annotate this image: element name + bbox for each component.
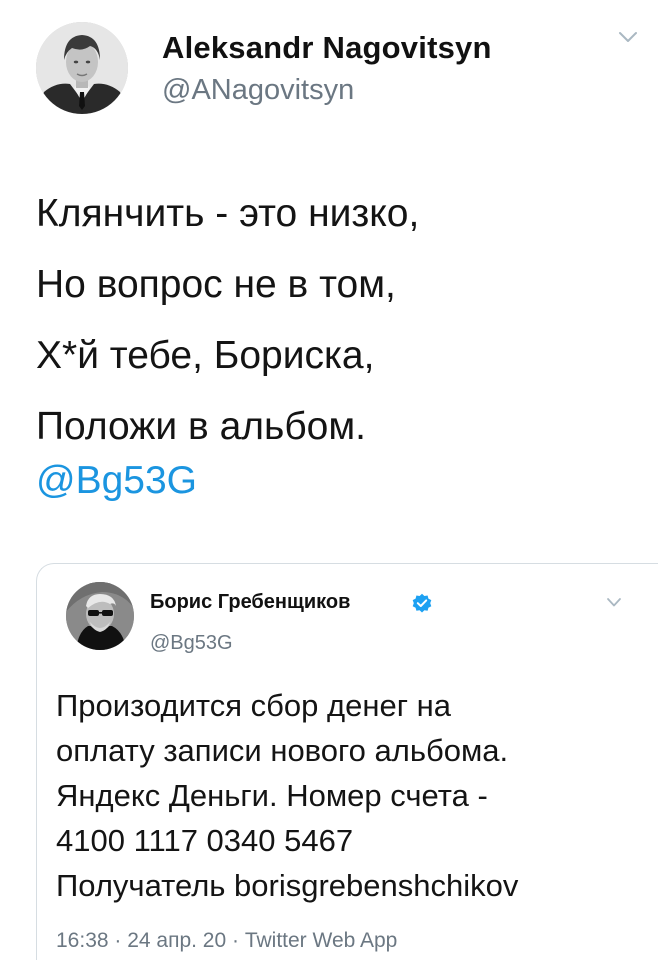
tweet-line: Положи в альбом. bbox=[36, 405, 367, 448]
tweet-line: Но вопрос не в том, bbox=[36, 263, 396, 306]
mention-link[interactable]: @Bg53G bbox=[36, 458, 197, 504]
quoted-author-name[interactable]: Борис Гребенщиков bbox=[150, 591, 350, 614]
author-avatar[interactable] bbox=[36, 22, 128, 114]
author-handle[interactable]: @ANagovitsyn bbox=[162, 74, 354, 107]
chevron-down-icon[interactable] bbox=[606, 597, 622, 608]
quoted-tweet-line: Получатель borisgrebenshchikov bbox=[56, 868, 519, 903]
quoted-author-avatar[interactable] bbox=[66, 582, 134, 650]
chevron-down-icon[interactable] bbox=[618, 30, 638, 44]
tweet-line: Х*й тебе, Бориска, bbox=[36, 334, 375, 377]
quoted-tweet-timestamp[interactable]: 16:38 · 24 апр. 20 · Twitter Web App bbox=[56, 929, 397, 953]
quoted-tweet-line: Произодится сбор денег на bbox=[56, 688, 451, 723]
quoted-tweet-line: Яндекс Деньги. Номер счета - bbox=[56, 778, 488, 813]
tweet-line: Клянчить - это низко, bbox=[36, 192, 420, 235]
verified-badge-icon bbox=[412, 593, 432, 613]
author-name[interactable]: Aleksandr Nagovitsyn bbox=[162, 30, 492, 66]
quoted-author-handle[interactable]: @Bg53G bbox=[150, 632, 233, 655]
quoted-tweet-line: 4100 1117 0340 5467 bbox=[56, 823, 354, 858]
quoted-tweet-text: Произодится сбор денег на оплату записи … bbox=[56, 683, 656, 908]
quoted-tweet-line: оплату записи нового альбома. bbox=[56, 733, 509, 768]
tweet-text: Клянчить - это низко, Но вопрос не в том… bbox=[36, 178, 636, 462]
tweet-screenshot: Aleksandr Nagovitsyn @ANagovitsyn Клянчи… bbox=[0, 0, 671, 960]
